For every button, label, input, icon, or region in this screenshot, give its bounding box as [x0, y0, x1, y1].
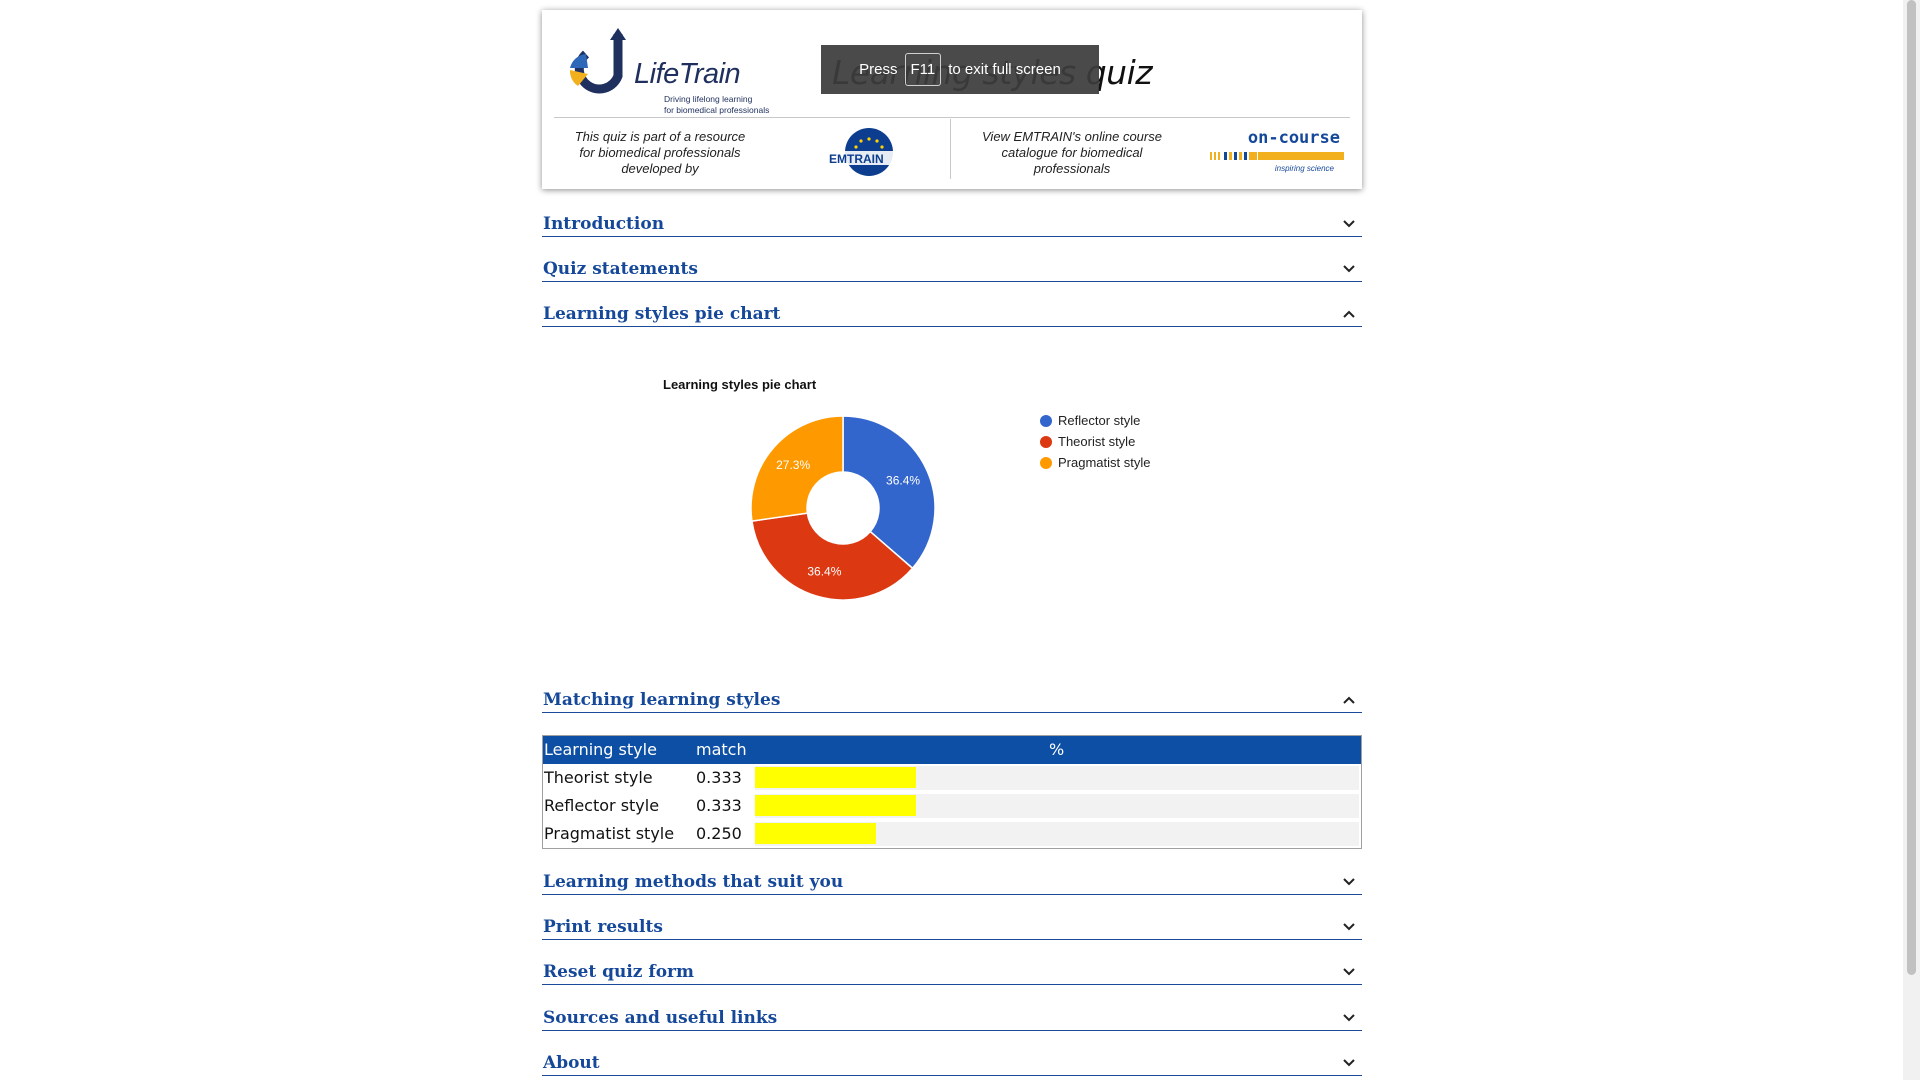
section-reset-form[interactable]: Reset quiz form: [542, 954, 1362, 985]
match-bar-track: [755, 822, 1359, 846]
oncourse-label: on-course: [1247, 128, 1340, 148]
section-title: About: [543, 1053, 600, 1073]
legend-item[interactable]: Theorist style: [1040, 431, 1150, 452]
chevron-down-icon: [1343, 265, 1355, 273]
lifetrain-logo-icon: [569, 28, 626, 94]
catalogue-note: View EMTRAIN's online course catalogue f…: [982, 129, 1162, 176]
row-style: Theorist style: [544, 768, 653, 787]
lifetrain-logo[interactable]: LifeTrain Driving lifelong learning for …: [556, 24, 786, 115]
matching-table: Learning style match % Theorist style 0.…: [542, 735, 1362, 849]
legend-swatch: [1040, 415, 1052, 427]
section-title: Reset quiz form: [543, 962, 694, 982]
emtrain-label: EMTRAIN: [829, 152, 884, 166]
pie-slice-label: 27.3%: [776, 458, 810, 472]
match-bar: [755, 795, 916, 816]
row-match: 0.333: [696, 768, 742, 787]
oncourse-stripes-icon: [1210, 152, 1344, 160]
row-match: 0.250: [696, 824, 742, 843]
table-header: Learning style match %: [543, 736, 1361, 764]
chevron-down-icon: [1343, 878, 1355, 886]
section-title: Learning styles pie chart: [543, 304, 781, 324]
section-title: Learning methods that suit you: [543, 872, 844, 892]
chevron-down-icon: [1343, 1014, 1355, 1022]
section-title: Introduction: [543, 214, 665, 234]
oncourse-logo[interactable]: on-course inspiring science: [1210, 128, 1344, 178]
header-learning-style: Learning style: [544, 740, 657, 759]
chevron-up-icon: [1343, 696, 1355, 704]
section-about[interactable]: About: [542, 1045, 1362, 1076]
section-learning-methods[interactable]: Learning methods that suit you: [542, 864, 1362, 895]
match-bar: [755, 767, 916, 788]
chevron-up-icon: [1343, 310, 1355, 318]
scrollbar-thumb[interactable]: [1907, 0, 1916, 975]
header-divider: [554, 117, 1350, 118]
legend-item[interactable]: Pragmatist style: [1040, 452, 1150, 473]
header-percent: %: [1049, 740, 1065, 759]
chevron-down-icon: [1343, 968, 1355, 976]
emtrain-logo[interactable]: EMTRAIN: [827, 127, 903, 187]
section-print-results[interactable]: Print results: [542, 909, 1362, 940]
row-style: Pragmatist style: [544, 824, 675, 843]
pie-slice-label: 36.4%: [886, 474, 920, 488]
header-vertical-divider: [950, 119, 951, 179]
header-card: LifeTrain Driving lifelong learning for …: [542, 10, 1362, 189]
legend-label: Theorist style: [1058, 434, 1136, 449]
section-introduction[interactable]: Introduction: [542, 206, 1362, 237]
row-match: 0.333: [696, 796, 742, 815]
oncourse-tagline: inspiring science: [1274, 164, 1334, 173]
section-quiz-statements[interactable]: Quiz statements: [542, 251, 1362, 282]
resource-note: This quiz is part of a resource for biom…: [574, 129, 746, 176]
section-title: Matching learning styles: [543, 690, 781, 710]
legend-swatch: [1040, 436, 1052, 448]
chevron-down-icon: [1343, 220, 1355, 228]
f11-key: F11: [904, 53, 942, 86]
chevron-down-icon: [1343, 1059, 1355, 1067]
chart-title: Learning styles pie chart: [663, 377, 817, 392]
fullscreen-notice: Press F11 to exit full screen: [821, 45, 1099, 94]
section-matching-styles[interactable]: Matching learning styles: [542, 682, 1362, 713]
table-row: Theorist style 0.333: [543, 764, 1361, 792]
header-match: match: [696, 740, 747, 759]
match-bar: [755, 823, 876, 844]
legend-label: Pragmatist style: [1058, 455, 1151, 470]
pie-chart: 36.4% 36.4% 27.3%: [750, 415, 936, 601]
pie-slice-label: 36.4%: [807, 564, 841, 578]
chart-legend: Reflector style Theorist style Pragmatist …: [1040, 410, 1150, 473]
vertical-scrollbar[interactable]: [1903, 0, 1920, 1080]
match-bar-track: [755, 766, 1359, 790]
logo-wordmark: LifeTrain: [634, 58, 741, 90]
section-title: Quiz statements: [543, 259, 698, 279]
table-row: Reflector style 0.333: [543, 792, 1361, 820]
section-pie-chart[interactable]: Learning styles pie chart: [542, 296, 1362, 327]
legend-label: Reflector style: [1058, 413, 1141, 428]
chevron-down-icon: [1343, 923, 1355, 931]
logo-tagline: Driving lifelong learning for biomedical…: [664, 94, 770, 115]
section-title: Print results: [543, 917, 663, 937]
table-row: Pragmatist style 0.250: [543, 820, 1361, 848]
legend-item[interactable]: Reflector style: [1040, 410, 1150, 431]
match-bar-track: [755, 794, 1359, 818]
section-sources-links[interactable]: Sources and useful links: [542, 1000, 1362, 1031]
row-style: Reflector style: [544, 796, 660, 815]
legend-swatch: [1040, 457, 1052, 469]
section-title: Sources and useful links: [543, 1008, 778, 1028]
